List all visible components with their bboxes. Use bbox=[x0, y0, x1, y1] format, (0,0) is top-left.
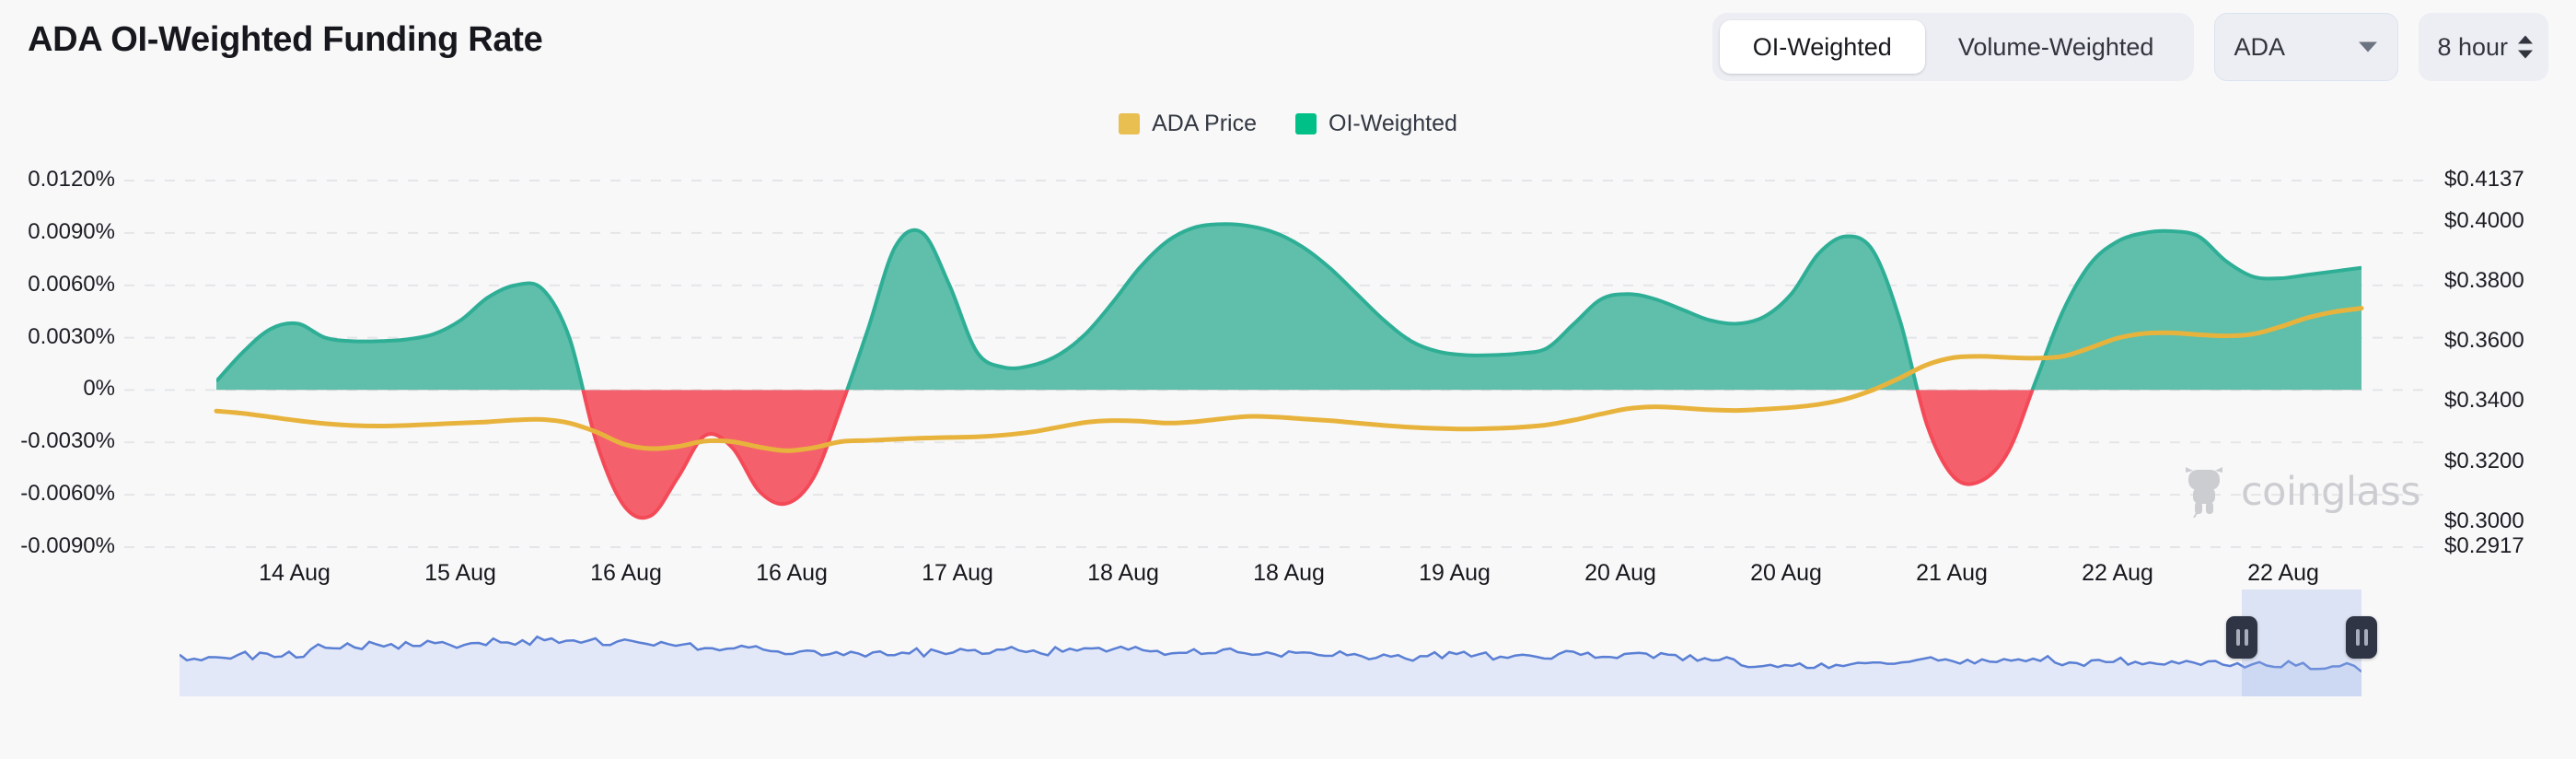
y-axis-right-tick: $0.3600 bbox=[2444, 328, 2524, 354]
y-axis-right-tick: $0.4137 bbox=[2444, 167, 2524, 192]
grip-bar bbox=[2235, 629, 2240, 646]
y-axis-left-tick: 0% bbox=[83, 376, 115, 402]
y-axis-right-tick: $0.3800 bbox=[2444, 267, 2524, 293]
y-axis-left-tick: -0.0060% bbox=[20, 481, 115, 507]
x-axis-tick: 18 Aug bbox=[1087, 560, 1159, 586]
y-axis-left-tick: 0.0030% bbox=[28, 323, 115, 349]
y-axis-right-tick: $0.3400 bbox=[2444, 388, 2524, 414]
grip-bar bbox=[2244, 629, 2248, 646]
y-axis-right-tick: $0.2917 bbox=[2444, 533, 2524, 558]
x-axis-tick: 20 Aug bbox=[1584, 560, 1656, 586]
x-axis-tick: 15 Aug bbox=[424, 560, 496, 586]
y-axis-left-tick: 0.0060% bbox=[28, 271, 115, 297]
navigator-canvas bbox=[180, 635, 2361, 696]
x-axis-tick: 16 Aug bbox=[756, 560, 828, 586]
x-axis-tick: 18 Aug bbox=[1253, 560, 1325, 586]
grip-bar bbox=[2355, 629, 2360, 646]
x-axis-tick: 14 Aug bbox=[259, 560, 331, 586]
y-axis-left-tick: 0.0120% bbox=[28, 167, 115, 192]
x-axis-tick: 21 Aug bbox=[1916, 560, 1988, 586]
y-axis-right-tick: $0.3200 bbox=[2444, 448, 2524, 473]
y-axis-right-tick: $0.3000 bbox=[2444, 508, 2524, 533]
x-axis-tick: 16 Aug bbox=[590, 560, 662, 586]
y-axis-left-tick: -0.0090% bbox=[20, 533, 115, 558]
y-axis-left-tick: -0.0030% bbox=[20, 428, 115, 454]
grip-bar bbox=[2363, 629, 2368, 646]
x-axis-tick: 22 Aug bbox=[2082, 560, 2153, 586]
chart-series-layer bbox=[214, 222, 2364, 520]
chart-page: ADA OI-Weighted Funding Rate OI-Weighted… bbox=[0, 0, 2576, 759]
x-axis-tick: 19 Aug bbox=[1419, 560, 1491, 586]
navigator-selection-window[interactable] bbox=[2242, 590, 2361, 696]
y-axis-left-tick: 0.0090% bbox=[28, 218, 115, 244]
x-axis-tick: 17 Aug bbox=[922, 560, 993, 586]
navigator-area bbox=[180, 636, 2361, 696]
x-axis-tick: 22 Aug bbox=[2247, 560, 2319, 586]
brush-handle-left[interactable] bbox=[2226, 616, 2257, 659]
brush-handle-right[interactable] bbox=[2346, 616, 2377, 659]
chart-navigator[interactable] bbox=[180, 590, 2377, 696]
y-axis-right-tick: $0.4000 bbox=[2444, 207, 2524, 233]
x-axis-tick: 20 Aug bbox=[1750, 560, 1822, 586]
